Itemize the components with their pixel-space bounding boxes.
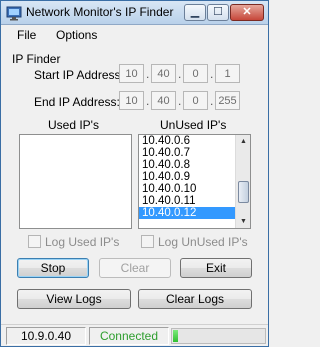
start-ip-dot-1: .: [146, 67, 150, 81]
local-ip-panel: 10.9.0.40: [6, 327, 86, 345]
unused-ip-item[interactable]: 10.40.0.11: [139, 195, 250, 207]
unused-ip-item[interactable]: 10.40.0.9: [139, 171, 250, 183]
view-logs-button[interactable]: View Logs: [17, 289, 131, 309]
status-bar: 10.9.0.40 Connected: [1, 324, 268, 346]
close-button[interactable]: ✕: [230, 4, 264, 21]
end-ip-label: End IP Address:: [34, 95, 120, 109]
window-title: Network Monitor's IP Finder: [26, 5, 174, 19]
unused-ips-label: UnUsed IP's: [160, 118, 227, 132]
unused-ips-list[interactable]: 10.40.0.6 10.40.0.7 10.40.0.8 10.40.0.9 10.4…: [138, 134, 251, 229]
ip-finder-group-label: IP Finder: [12, 52, 61, 66]
menu-file[interactable]: File: [17, 28, 36, 42]
start-ip-octet-1[interactable]: [119, 64, 144, 83]
scan-progress-bar: [171, 328, 266, 344]
end-ip-dot-1: .: [146, 94, 150, 108]
start-ip-dot-3: .: [210, 67, 214, 81]
unused-ip-item[interactable]: 10.40.0.6: [139, 135, 250, 147]
connection-status: Connected: [89, 327, 169, 345]
end-ip-octet-4[interactable]: [215, 91, 240, 110]
unused-ip-item[interactable]: 10.40.0.8: [139, 159, 250, 171]
start-ip-octet-2[interactable]: [151, 64, 176, 83]
unused-ip-item[interactable]: 10.40.0.10: [139, 183, 250, 195]
clear-button[interactable]: Clear: [99, 258, 171, 278]
start-ip-dot-2: .: [178, 67, 182, 81]
log-unused-checkbox[interactable]: [141, 235, 154, 248]
scroll-down-arrow-icon[interactable]: ▼: [237, 215, 250, 228]
end-ip-octet-3[interactable]: [183, 91, 208, 110]
used-ips-label: Used IP's: [48, 118, 99, 132]
unused-ip-item[interactable]: 10.40.0.7: [139, 147, 250, 159]
network-monitor-icon: [6, 6, 22, 21]
scan-progress-fill: [173, 330, 178, 342]
stop-button[interactable]: Stop: [17, 258, 89, 278]
end-ip-dot-2: .: [178, 94, 182, 108]
scroll-thumb[interactable]: [238, 181, 249, 203]
scroll-up-arrow-icon[interactable]: ▲: [237, 135, 250, 148]
used-ips-list[interactable]: [19, 134, 132, 229]
clear-logs-button[interactable]: Clear Logs: [138, 289, 252, 309]
start-ip-octet-3[interactable]: [183, 64, 208, 83]
end-ip-dot-3: .: [210, 94, 214, 108]
title-bar[interactable]: Network Monitor's IP Finder ▁ ☐ ✕: [1, 1, 268, 25]
menu-options[interactable]: Options: [56, 28, 97, 42]
start-ip-octet-4[interactable]: [215, 64, 240, 83]
exit-button[interactable]: Exit: [180, 258, 252, 278]
log-used-label: Log Used IP's: [45, 235, 120, 249]
unused-ip-item[interactable]: 10.40.0.12: [139, 207, 250, 219]
log-used-checkbox[interactable]: [28, 235, 41, 248]
app-window: Network Monitor's IP Finder ▁ ☐ ✕ File O…: [0, 0, 269, 347]
unused-list-scrollbar[interactable]: ▲ ▼: [235, 135, 250, 228]
end-ip-octet-1[interactable]: [119, 91, 144, 110]
unused-ips-items: 10.40.0.6 10.40.0.7 10.40.0.8 10.40.0.9 10.4…: [139, 135, 250, 219]
minimize-button[interactable]: ▁: [184, 4, 206, 21]
end-ip-octet-2[interactable]: [151, 91, 176, 110]
maximize-button[interactable]: ☐: [207, 4, 229, 21]
menu-bar: File Options: [1, 26, 268, 45]
log-unused-label: Log UnUsed IP's: [158, 235, 248, 249]
start-ip-label: Start IP Address:: [34, 68, 124, 82]
